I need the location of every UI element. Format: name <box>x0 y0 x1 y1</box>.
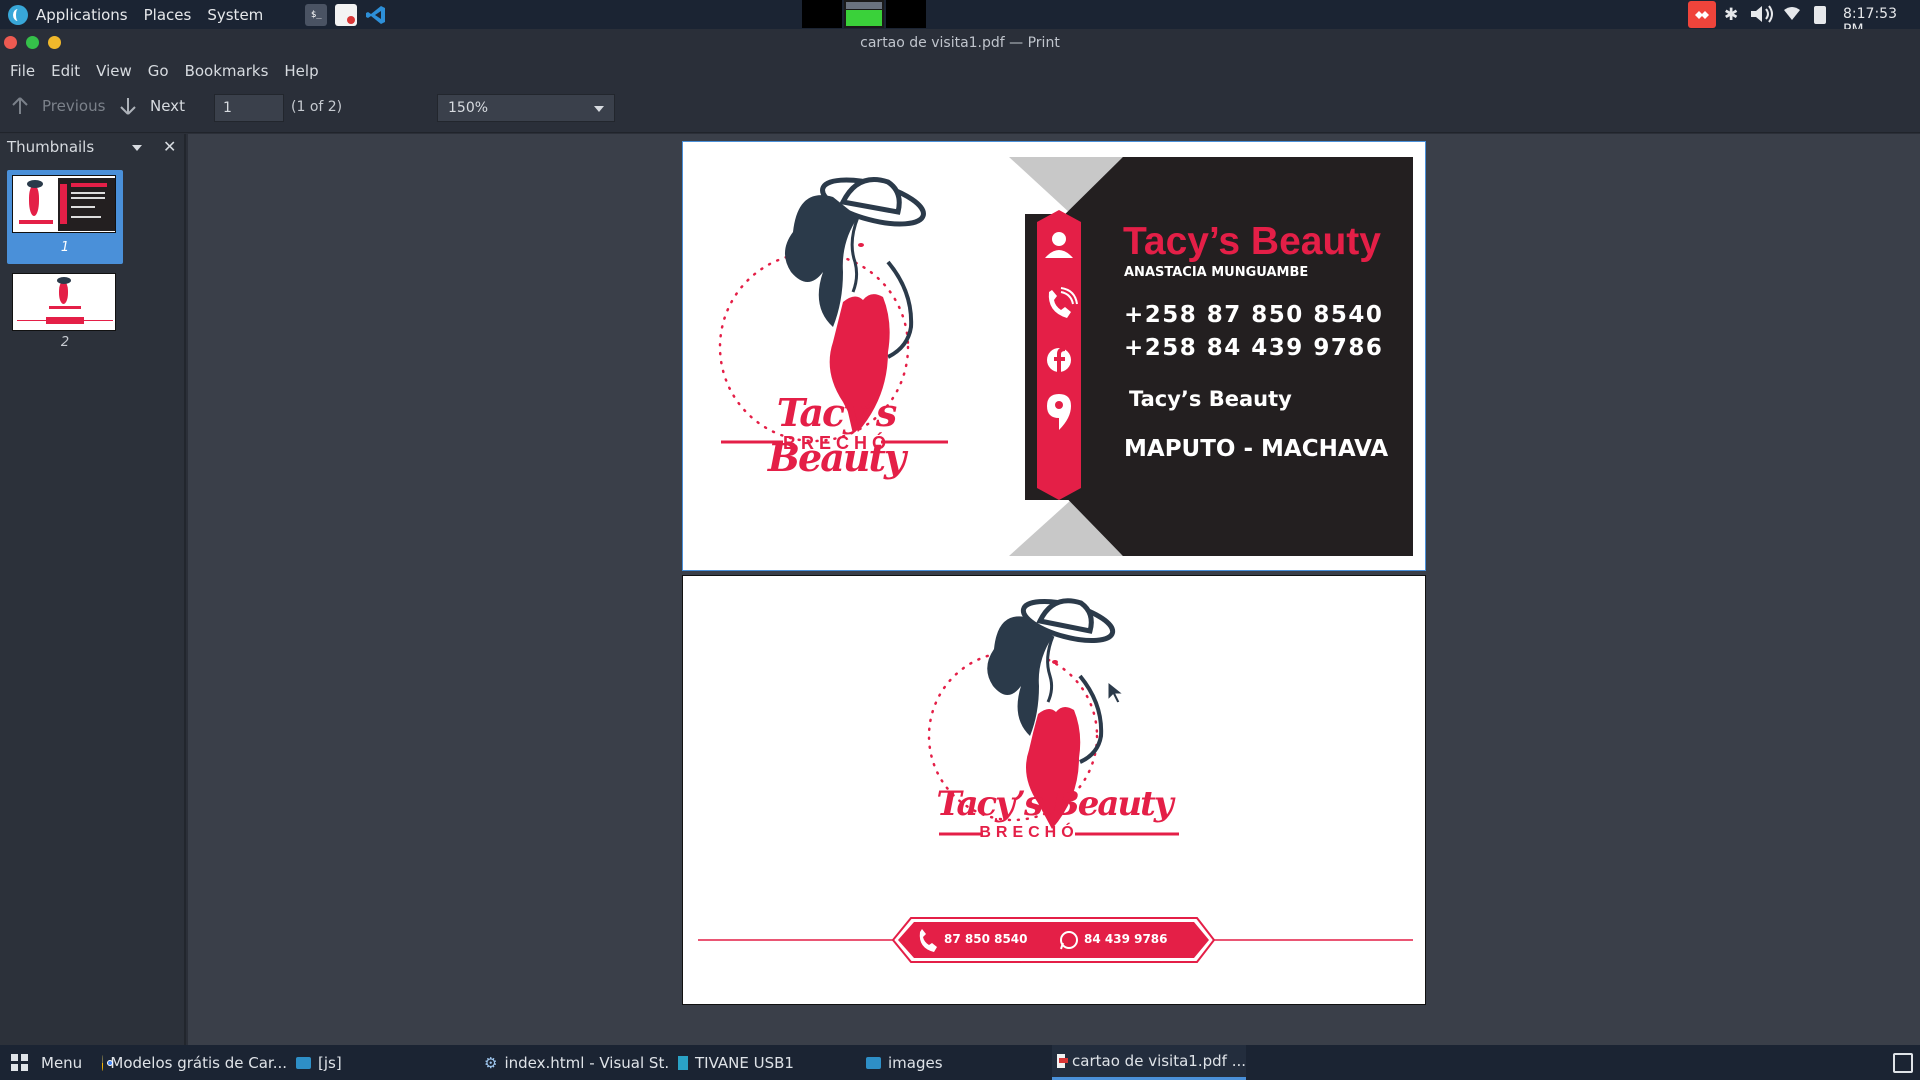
window-title: cartao de visita1.pdf — Print <box>860 35 1060 51</box>
task-folder-images[interactable]: images <box>866 1045 1046 1080</box>
zoom-value: 150% <box>448 100 489 116</box>
folder-icon <box>296 1056 311 1069</box>
menu-file[interactable]: File <box>2 62 43 80</box>
menu-edit[interactable]: Edit <box>43 62 88 80</box>
thumbnail-1-image <box>12 175 116 233</box>
menu-help[interactable]: Help <box>276 62 326 80</box>
chevron-down-icon <box>594 106 604 112</box>
volume-icon[interactable] <box>1748 3 1778 29</box>
terminal-launcher-icon[interactable]: $_ <box>305 3 328 26</box>
thumbnail-page-1[interactable]: 1 <box>7 170 123 264</box>
places-menu[interactable]: Places <box>136 6 200 24</box>
applications-menu[interactable]: Applications <box>28 6 136 24</box>
toolbar: Previous Next (1 of 2) 150% <box>0 85 1920 133</box>
sidebar-title[interactable]: Thumbnails <box>7 138 94 156</box>
pdf-icon <box>1057 1054 1068 1068</box>
owner-name: ANASTACIA MUNGUAMBE <box>1124 265 1309 280</box>
chrome-icon <box>102 1054 113 1071</box>
previous-page-button[interactable]: Previous <box>12 97 105 115</box>
menu-go[interactable]: Go <box>140 62 177 80</box>
workspace-1[interactable] <box>802 0 842 28</box>
page-count-label: (1 of 2) <box>291 99 343 115</box>
task-vscode[interactable]: ⚙ index.html - Visual St... <box>484 1045 669 1080</box>
task-label: Modelos grátis de Car... <box>110 1053 287 1072</box>
facebook-page: Tacy’s Beauty <box>1129 387 1292 411</box>
previous-label: Previous <box>42 97 106 115</box>
next-label: Next <box>150 97 185 115</box>
pdf-page-1[interactable]: Tacy’s Beauty BRECHÓ Tacy’s Beauty ANAST… <box>682 141 1426 571</box>
menubar: File Edit View Go Bookmarks Help <box>0 57 1920 85</box>
arrow-down-icon <box>120 98 136 115</box>
phone-2: +258 84 439 9786 <box>1124 335 1384 361</box>
window-titlebar[interactable]: cartao de visita1.pdf — Print <box>0 29 1920 57</box>
grid-menu-icon <box>11 1053 28 1071</box>
thumbnail-2-label: 2 <box>60 335 70 350</box>
phone-1: +258 87 850 8540 <box>1124 302 1384 328</box>
drive-icon <box>678 1055 688 1070</box>
task-folder-js[interactable]: [js] <box>296 1045 476 1080</box>
thumbnail-1-label: 1 <box>60 240 70 255</box>
sidebar-header: Thumbnails ✕ <box>0 134 184 160</box>
task-chrome[interactable]: Modelos grátis de Car... <box>102 1045 287 1080</box>
distro-logo-icon[interactable] <box>8 4 28 25</box>
menu-bookmarks[interactable]: Bookmarks <box>177 62 277 80</box>
close-window-button[interactable] <box>4 36 17 49</box>
pdf-page-2[interactable]: Tacy’s Beauty BRECHÓ 87 850 8540 84 439 … <box>682 575 1426 1005</box>
menu-view[interactable]: View <box>88 62 140 80</box>
workspace-2[interactable] <box>844 0 884 28</box>
task-usb[interactable]: TIVANE USB1 <box>678 1045 858 1080</box>
back-logo-script-text: Tacy’s Beauty <box>936 784 1173 824</box>
text-editor-launcher-icon[interactable] <box>335 3 358 26</box>
location: MAPUTO - MACHAVA <box>1124 436 1389 462</box>
system-menu[interactable]: System <box>199 6 271 24</box>
zoom-select[interactable]: 150% <box>437 94 615 122</box>
vscode-launcher-icon[interactable] <box>365 4 387 26</box>
top-panel: Applications Places System $_ ✱ 8:17:53 … <box>0 0 1920 38</box>
start-menu-button[interactable]: Menu <box>10 1045 82 1080</box>
page-number-input[interactable] <box>214 94 284 122</box>
logo-subtitle: BRECHÓ <box>783 433 892 453</box>
thumbnail-page-2[interactable]: 2 <box>7 273 123 357</box>
next-page-button[interactable]: Next <box>120 97 185 115</box>
close-sidebar-button[interactable]: ✕ <box>163 137 176 156</box>
task-label: TIVANE USB1 <box>695 1053 794 1072</box>
task-document-viewer[interactable]: cartao de visita1.pdf ... <box>1052 1045 1246 1080</box>
sidebar: Thumbnails ✕ 1 2 <box>0 134 186 1045</box>
back-logo-subtitle: BRECHÓ <box>979 824 1079 841</box>
minimize-window-button[interactable] <box>48 36 61 49</box>
arrow-up-icon <box>12 97 28 114</box>
brand-name: Tacy’s Beauty <box>1123 220 1381 263</box>
back-phone-call: 87 850 8540 <box>944 932 1028 946</box>
workspace-3[interactable] <box>886 0 926 28</box>
workspace-switcher[interactable] <box>802 0 928 28</box>
thumbnail-2-image <box>12 273 116 331</box>
task-label: [js] <box>318 1053 342 1072</box>
bluetooth-icon[interactable]: ✱ <box>1724 5 1738 25</box>
sidebar-dropdown-icon[interactable] <box>132 145 142 151</box>
maximize-window-button[interactable] <box>26 36 39 49</box>
taskbar: Menu Modelos grátis de Car... [js] ⚙ ind… <box>0 1045 1920 1080</box>
folder-icon <box>866 1056 881 1069</box>
menu-label: Menu <box>41 1053 83 1072</box>
document-view[interactable]: Tacy’s Beauty BRECHÓ Tacy’s Beauty ANAST… <box>188 134 1920 1045</box>
battery-icon[interactable] <box>1814 6 1826 24</box>
back-phone-whatsapp: 84 439 9786 <box>1084 932 1168 946</box>
task-label: index.html - Visual St... <box>504 1053 669 1072</box>
task-label: cartao de visita1.pdf ... <box>1072 1052 1246 1070</box>
task-label: images <box>888 1053 943 1072</box>
anydesk-tray-icon[interactable] <box>1688 1 1716 28</box>
gear-icon: ⚙ <box>484 1053 498 1072</box>
network-wifi-icon[interactable] <box>1784 7 1800 25</box>
show-desktop-icon[interactable] <box>1893 1053 1913 1073</box>
